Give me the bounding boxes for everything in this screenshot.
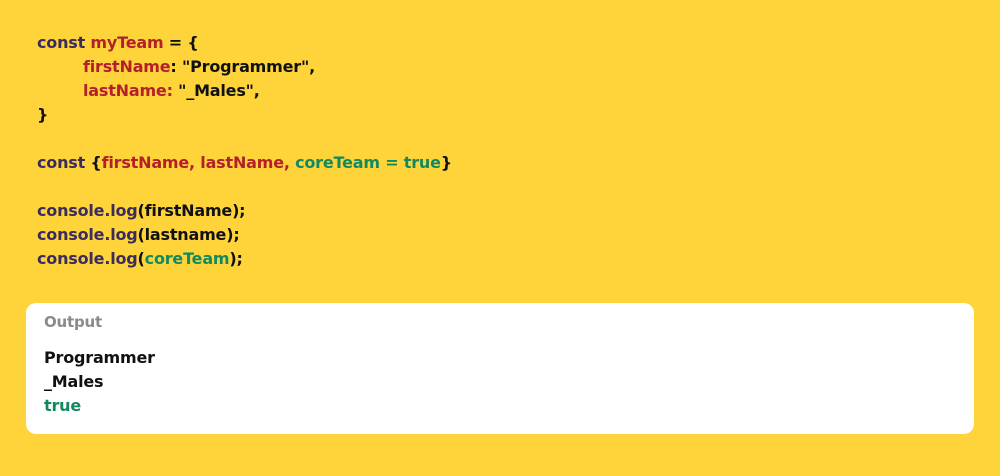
code-block: const myTeam = { firstName: "Programmer"… [37,31,452,271]
code-line-8: console.log(firstName); [37,199,452,223]
code-text: ( [137,249,145,268]
code-line-2: firstName: "Programmer", [37,55,452,79]
output-panel: Output Programmer _Males true [26,303,974,434]
output-line: _Males [44,372,104,391]
code-text: = { [163,33,199,52]
code-line-3: lastName: "_Males", [37,79,452,103]
code-line-4: } [37,103,452,127]
output-line: Programmer [44,348,155,367]
code-text: { [90,153,102,172]
code-text: (firstName); [137,201,246,220]
function-console-log: console.log [37,201,138,220]
output-title: Output [44,313,102,331]
output-lines: Programmer _Males true [44,346,155,418]
default-value: coreTeam = true [295,153,441,172]
code-text: } [37,105,49,124]
keyword-const: const [37,153,86,172]
code-text: } [440,153,452,172]
code-line-10: console.log(coreTeam); [37,247,452,271]
code-line-6: const {firstName, lastName, coreTeam = t… [37,151,452,175]
variable-myteam: myTeam [90,33,164,52]
property-firstname: firstName [83,57,171,76]
code-line-9: console.log(lastname); [37,223,452,247]
code-text: (lastname); [137,225,240,244]
code-text: ); [229,249,243,268]
function-console-log: console.log [37,249,138,268]
function-console-log: console.log [37,225,138,244]
code-text: "_Males", [172,81,260,100]
output-line: true [44,396,81,415]
argument-coreteam: coreTeam [144,249,230,268]
keyword-const: const [37,33,86,52]
property-lastname: lastName: [83,81,173,100]
code-text: : "Programmer", [170,57,315,76]
destructured-variables: firstName, lastName, [101,153,296,172]
code-line-1: const myTeam = { [37,31,452,55]
